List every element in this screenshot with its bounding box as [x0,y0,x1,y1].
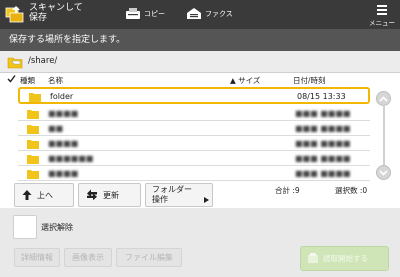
preview-label: 画像表示 [72,253,104,262]
item-datetime: ■■■ ■■■■ [295,154,351,163]
file-list: folder 08/15 13:33 ■■■■ ■■■ ■■■■ ■■ ■■■ … [18,86,370,181]
item-datetime: ■■■ ■■■■ [295,139,351,148]
item-name: ■■■■■■ [48,154,94,163]
folder-icon [27,170,39,179]
file-edit-button[interactable]: ファイル編集 [116,248,182,267]
up-button[interactable]: 上へ [14,183,74,207]
chevron-down-icon [379,169,388,176]
instruction-text: 保存する場所を指定します。 [9,35,126,45]
submenu-arrow-icon [204,197,209,203]
tab-copy-label: コピー [144,10,165,18]
deselect-checkbox[interactable] [13,215,37,239]
folder-operations-button[interactable]: フォルダー 操作 [145,183,213,207]
app-title: スキャンして 保存 [29,3,89,23]
refresh-button[interactable]: 更新 [78,183,141,207]
folder-icon [29,93,41,102]
menu-label: メニュー [369,19,395,27]
check-icon [7,74,16,85]
scan-start-icon [308,253,318,263]
start-scan-button[interactable]: 読取開始する [300,246,389,271]
item-name: ■■■■ [48,169,79,178]
list-item[interactable]: ■■ ■■■ ■■■■ [18,121,370,136]
folder-icon [27,125,39,134]
list-item[interactable]: ■■■■ ■■■ ■■■■ [18,136,370,151]
folder-icon [27,155,39,164]
details-button[interactable]: 詳細情報 [14,248,60,267]
bottom-panel: 選択解除 詳細情報 画像表示 ファイル編集 読取開始する [0,208,400,277]
column-name[interactable]: 名称 [48,75,63,86]
folder-icon [27,140,39,149]
menu-button[interactable]: メニュー [369,2,395,27]
folder-path-icon [7,57,23,69]
item-name: folder [50,92,74,101]
path-bar: /share/ [0,51,400,73]
selected-count: 選択数 :0 [335,186,368,195]
item-name: ■■ [48,124,64,133]
list-item[interactable]: folder 08/15 13:33 [18,87,370,104]
arrow-up-icon [22,190,32,200]
header-bar: スキャンして 保存 コピー ファクス メニュー [0,0,400,29]
total-count: 合計 :9 [275,186,300,195]
item-datetime: ■■■ ■■■■ [295,109,351,118]
copy-icon [126,8,140,19]
item-datetime: ■■■ ■■■■ [295,124,351,133]
preview-button[interactable]: 画像表示 [64,248,112,267]
list-item[interactable]: ■■■■■■ ■■■ ■■■■ [18,151,370,166]
tab-fax[interactable]: ファクス [186,4,233,24]
folder-ops-label-line1: フォルダー [152,185,192,194]
tab-copy[interactable]: コピー [125,4,165,24]
app-title-line2: 保存 [29,13,48,23]
scroll-up-button[interactable] [376,91,391,106]
column-datetime[interactable]: 日付/時刻 [293,75,326,86]
column-size[interactable]: ▲ サイズ [230,75,260,86]
app-title-line1: スキャンして [29,3,83,13]
list-item[interactable]: ■■■■ ■■■ ■■■■ [18,166,370,181]
scrollbar[interactable] [383,105,385,165]
scroll-down-button[interactable] [376,165,391,180]
list-item[interactable]: ■■■■ ■■■ ■■■■ [18,106,370,121]
item-datetime: 08/15 13:33 [297,92,346,101]
folder-ops-label-line2: 操作 [152,195,168,204]
details-label: 詳細情報 [21,253,53,262]
item-name: ■■■■ [48,139,79,148]
column-type[interactable]: 種類 [20,75,35,86]
chevron-up-icon [379,95,388,102]
item-datetime: ■■■ ■■■■ [295,169,351,178]
fax-icon [187,8,201,19]
instruction-bar: 保存する場所を指定します。 [0,29,400,51]
refresh-icon [87,189,97,201]
action-bar: 上へ 更新 フォルダー 操作 合計 :9 選択数 :0 [0,182,400,208]
deselect-label[interactable]: 選択解除 [41,222,73,233]
column-header: 種類 名称 ▲ サイズ 日付/時刻 [0,74,400,86]
start-scan-label: 読取開始する [323,254,368,263]
up-label: 上へ [37,190,53,200]
current-path: /share/ [28,56,58,66]
hamburger-icon [377,5,387,15]
file-edit-label: ファイル編集 [125,253,173,262]
refresh-label: 更新 [103,190,119,200]
scan-save-icon [4,5,26,25]
item-name: ■■■■ [48,109,79,118]
folder-icon [27,110,39,119]
tab-fax-label: ファクス [205,10,233,18]
